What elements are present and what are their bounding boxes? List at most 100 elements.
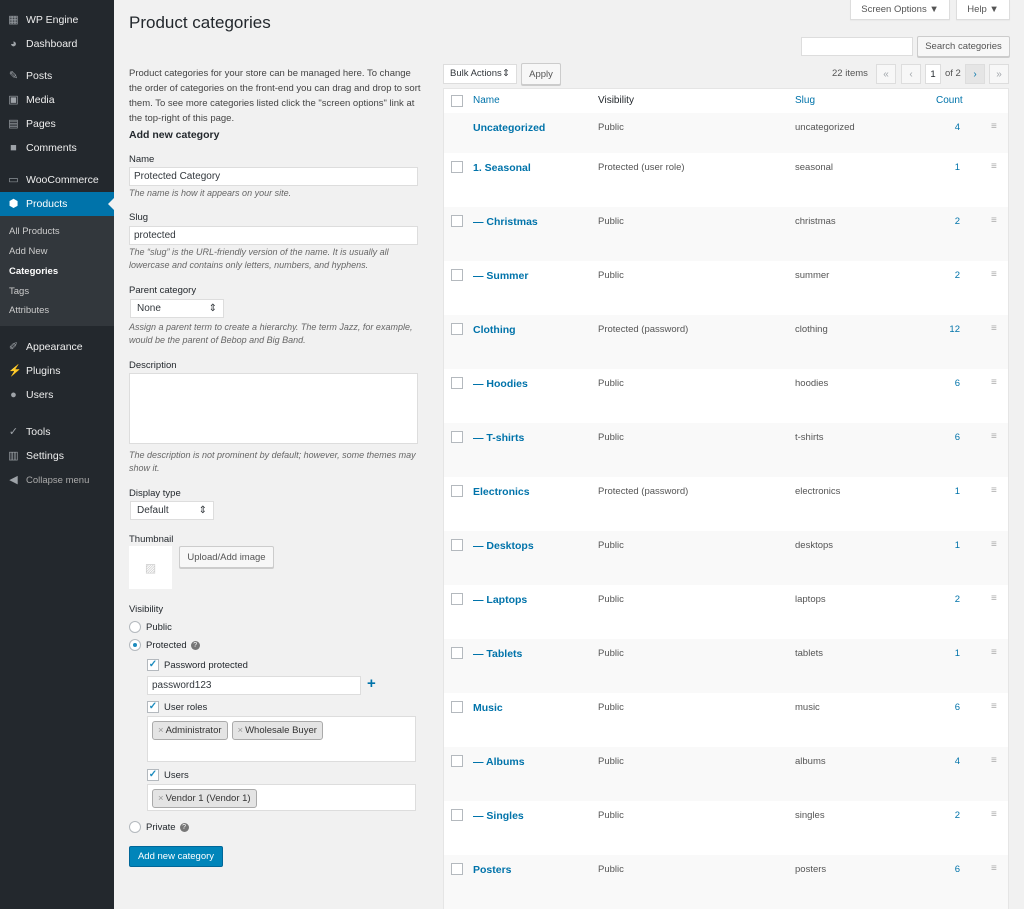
drag-handle-icon[interactable]: ≡ [991, 539, 997, 550]
column-slug[interactable]: Slug [795, 89, 815, 113]
drag-handle-icon[interactable]: ≡ [991, 377, 997, 388]
drag-handle-icon[interactable]: ≡ [991, 593, 997, 604]
submenu-add-new[interactable]: Add New [9, 246, 48, 257]
bulk-actions-select[interactable]: Bulk Actions ⇕ [443, 64, 517, 84]
row-checkbox[interactable] [451, 647, 463, 659]
category-name-link[interactable]: Uncategorized [473, 122, 545, 134]
drag-handle-icon[interactable]: ≡ [991, 701, 997, 712]
public-radio[interactable] [129, 621, 141, 633]
drag-handle-icon[interactable]: ≡ [991, 485, 997, 496]
menu-comments[interactable]: ■ Comments [0, 136, 114, 160]
row-checkbox[interactable] [451, 377, 463, 389]
category-count-link[interactable]: 6 [924, 378, 960, 389]
description-textarea[interactable] [129, 373, 418, 444]
private-radio[interactable] [129, 821, 141, 833]
row-checkbox[interactable] [451, 215, 463, 227]
row-checkbox[interactable] [451, 323, 463, 335]
password-input[interactable]: password123 [147, 676, 361, 695]
category-count-link[interactable]: 6 [924, 432, 960, 443]
add-new-category-button[interactable]: Add new category [129, 846, 223, 867]
category-name-link[interactable]: — Albums [473, 756, 525, 768]
category-count-link[interactable]: 1 [924, 162, 960, 173]
row-checkbox[interactable] [451, 863, 463, 875]
submenu-tags[interactable]: Tags [9, 286, 29, 297]
category-count-link[interactable]: 1 [924, 486, 960, 497]
submenu-categories[interactable]: Categories [9, 266, 58, 277]
upload-image-button[interactable]: Upload/Add image [179, 546, 274, 568]
help-icon[interactable]: ? [179, 822, 189, 832]
select-all-checkbox[interactable] [451, 95, 463, 107]
parent-select[interactable]: None ⇕ [130, 299, 224, 318]
category-count-link[interactable]: 1 [924, 540, 960, 551]
drag-handle-icon[interactable]: ≡ [991, 215, 997, 226]
column-name[interactable]: Name [473, 89, 500, 113]
display-type-select[interactable]: Default ⇕ [130, 501, 214, 520]
category-count-link[interactable]: 2 [924, 594, 960, 605]
row-checkbox[interactable] [451, 269, 463, 281]
remove-icon[interactable]: × [158, 793, 164, 804]
category-name-link[interactable]: 1. Seasonal [473, 162, 531, 174]
category-count-link[interactable]: 1 [924, 648, 960, 659]
user-roles-checkbox[interactable]: ✓ [147, 701, 159, 713]
slug-input[interactable]: protected [129, 226, 418, 245]
category-count-link[interactable]: 6 [924, 702, 960, 713]
name-input[interactable]: Protected Category [129, 167, 418, 186]
menu-wp-engine[interactable]: ▦ WP Engine [0, 8, 114, 32]
menu-dashboard[interactable]: ◕ Dashboard [0, 32, 114, 56]
category-count-link[interactable]: 4 [924, 756, 960, 767]
row-checkbox[interactable] [451, 161, 463, 173]
menu-pages[interactable]: ▤ Pages [0, 112, 114, 136]
row-checkbox[interactable] [451, 755, 463, 767]
column-count[interactable]: Count [936, 89, 963, 113]
users-field[interactable]: × Vendor 1 (Vendor 1) [147, 784, 416, 811]
screen-options-button[interactable]: Screen Options ▼ [850, 0, 950, 20]
drag-handle-icon[interactable]: ≡ [991, 431, 997, 442]
add-password-plus-icon[interactable]: + [367, 675, 376, 693]
category-name-link[interactable]: — T-shirts [473, 432, 524, 444]
drag-handle-icon[interactable]: ≡ [991, 121, 997, 132]
category-count-link[interactable]: 4 [924, 122, 960, 133]
menu-woocommerce[interactable]: ▭ WooCommerce [0, 168, 114, 192]
search-input[interactable] [801, 37, 913, 56]
category-count-link[interactable]: 6 [924, 864, 960, 875]
protected-radio[interactable] [129, 639, 141, 651]
next-page-button[interactable]: › [965, 64, 985, 84]
drag-handle-icon[interactable]: ≡ [991, 647, 997, 658]
category-count-link[interactable]: 2 [924, 216, 960, 227]
menu-collapse[interactable]: ◀ Collapse menu [0, 468, 114, 492]
menu-settings[interactable]: ▥ Settings [0, 444, 114, 468]
row-checkbox[interactable] [451, 809, 463, 821]
help-button[interactable]: Help ▼ [956, 0, 1010, 20]
menu-plugins[interactable]: ⚡ Plugins [0, 359, 114, 383]
row-checkbox[interactable] [451, 593, 463, 605]
category-count-link[interactable]: 12 [924, 324, 960, 335]
prev-page-button[interactable]: ‹ [901, 64, 921, 84]
drag-handle-icon[interactable]: ≡ [991, 863, 997, 874]
category-count-link[interactable]: 2 [924, 270, 960, 281]
category-name-link[interactable]: Music [473, 702, 503, 714]
row-checkbox[interactable] [451, 539, 463, 551]
menu-tools[interactable]: ✓ Tools [0, 420, 114, 444]
drag-handle-icon[interactable]: ≡ [991, 269, 997, 280]
category-name-link[interactable]: — Desktops [473, 540, 534, 552]
last-page-button[interactable]: » [989, 64, 1009, 84]
first-page-button[interactable]: « [876, 64, 896, 84]
category-count-link[interactable]: 2 [924, 810, 960, 821]
submenu-all-products[interactable]: All Products [9, 226, 60, 237]
drag-handle-icon[interactable]: ≡ [991, 323, 997, 334]
drag-handle-icon[interactable]: ≡ [991, 809, 997, 820]
category-name-link[interactable]: — Tablets [473, 648, 522, 660]
category-name-link[interactable]: Clothing [473, 324, 516, 336]
category-name-link[interactable]: Electronics [473, 486, 530, 498]
password-protected-checkbox[interactable]: ✓ [147, 659, 159, 671]
menu-media[interactable]: ▣ Media [0, 88, 114, 112]
category-name-link[interactable]: — Hoodies [473, 378, 528, 390]
menu-users[interactable]: ● Users [0, 383, 114, 407]
submenu-attributes[interactable]: Attributes [9, 305, 49, 316]
row-checkbox[interactable] [451, 485, 463, 497]
menu-appearance[interactable]: ✐ Appearance [0, 335, 114, 359]
users-checkbox[interactable]: ✓ [147, 769, 159, 781]
apply-button[interactable]: Apply [521, 63, 561, 85]
category-name-link[interactable]: — Summer [473, 270, 528, 282]
drag-handle-icon[interactable]: ≡ [991, 161, 997, 172]
